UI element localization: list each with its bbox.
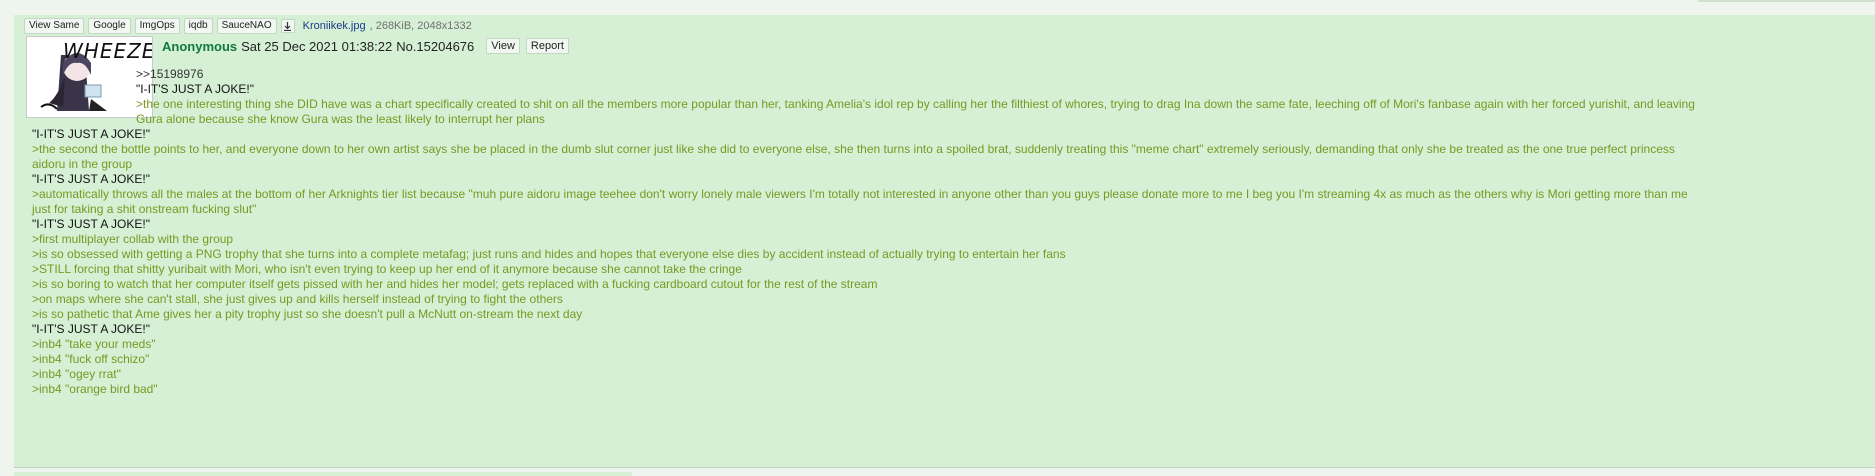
greentext-line: >first multiplayer collab with the group <box>32 232 234 246</box>
view-button[interactable]: View <box>486 38 520 54</box>
greentext-line: Gura alone because she know Gura was the… <box>136 112 545 126</box>
post-thumbnail[interactable]: WHEEZE <box>26 36 153 118</box>
next-post-stub <box>14 472 632 476</box>
greentext-line: >on maps where she can't stall, she just… <box>32 292 563 306</box>
saucenao-button[interactable]: SauceNAO <box>216 18 277 34</box>
greentext-line: >automatically throws all the males at t… <box>32 187 1688 201</box>
greentext-line: >is so pathetic that Ame gives her a pit… <box>32 307 583 321</box>
greentext-line: >is so boring to watch that her computer… <box>32 277 878 291</box>
greentext-line: >inb4 "take your meds" <box>32 337 156 351</box>
post-number[interactable]: No.15204676 <box>396 39 474 54</box>
report-button[interactable]: Report <box>525 38 569 54</box>
google-button[interactable]: Google <box>88 18 131 34</box>
post-container: View Same Google ImgOps iqdb SauceNAO Kr… <box>14 15 1875 468</box>
top-edge-stub <box>1698 0 1875 2</box>
reply-link[interactable]: >>15198976 <box>136 67 203 82</box>
text-line: "I-IT'S JUST A JOKE!" <box>32 172 150 186</box>
thumbnail-caption: WHEEZE <box>63 39 153 63</box>
file-name-link[interactable]: Kroniikek.jpg <box>303 20 366 32</box>
post-date: Sat 25 Dec 2021 01:38:22 <box>241 38 393 54</box>
post-header: Anonymous Sat 25 Dec 2021 01:38:22 No.15… <box>162 37 569 55</box>
greentext-line: >inb4 "ogey rrat" <box>32 367 121 381</box>
greentext-line: >inb4 "orange bird bad" <box>32 382 158 396</box>
greentext-line: >STILL forcing that shitty yuribait with… <box>32 262 742 276</box>
download-icon[interactable] <box>280 19 295 33</box>
greentext-line: >the one interesting thing she DID have … <box>136 97 1695 111</box>
file-bar: View Same Google ImgOps iqdb SauceNAO Kr… <box>24 18 472 34</box>
imgops-button[interactable]: ImgOps <box>134 18 180 34</box>
file-info: , 268KiB, 2048x1332 <box>369 20 472 32</box>
poster-name: Anonymous <box>162 38 238 54</box>
greentext-line: >is so obsessed with getting a PNG troph… <box>32 247 1066 261</box>
text-line: "I-IT'S JUST A JOKE!" <box>32 127 150 141</box>
iqdb-button[interactable]: iqdb <box>183 18 213 34</box>
greentext-line: aidoru in the group <box>32 157 133 171</box>
text-line: "I-IT'S JUST A JOKE!" <box>32 322 150 336</box>
text-line: "I-IT'S JUST A JOKE!" <box>32 217 150 231</box>
greentext-line: >the second the bottle points to her, an… <box>32 142 1675 156</box>
download-icon-glyph <box>284 21 292 31</box>
text-line: "I-IT'S JUST A JOKE!" <box>136 82 254 96</box>
greentext-line: >inb4 "fuck off schizo" <box>32 352 150 366</box>
view-same-button[interactable]: View Same <box>24 18 85 34</box>
greentext-line: just for taking a shit onstream fucking … <box>32 202 257 216</box>
